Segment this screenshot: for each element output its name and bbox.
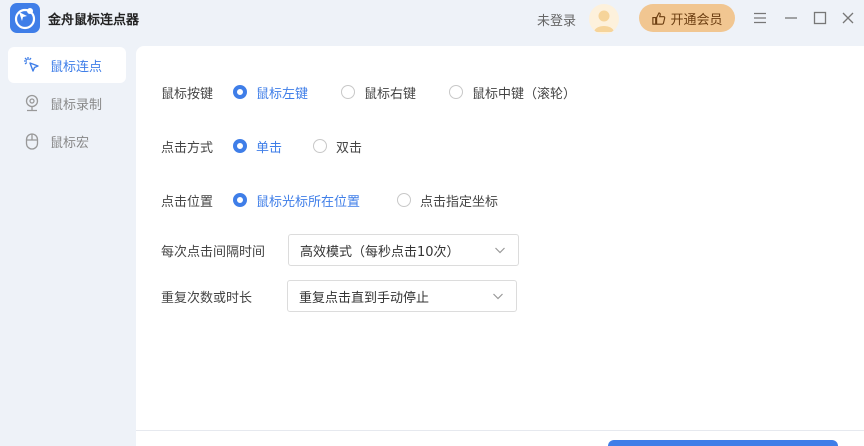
interval-value: 高效模式（每秒点击10次） <box>300 244 460 260</box>
radio-cursor-position[interactable]: 鼠标光标所在位置 <box>233 190 360 210</box>
radio-dot <box>233 193 247 207</box>
minimize-icon <box>785 17 797 19</box>
sidebar: 鼠标连点 鼠标录制 鼠标宏 <box>0 38 136 446</box>
radio-left-button[interactable]: 鼠标左键 <box>233 82 308 102</box>
radio-dot <box>313 139 327 153</box>
sidebar-item-label: 鼠标宏 <box>50 135 90 151</box>
radio-middle-button[interactable]: 鼠标中键（滚轮） <box>449 82 576 102</box>
sidebar-item-record[interactable]: 鼠标录制 <box>8 85 126 121</box>
radio-single-click[interactable]: 单击 <box>233 136 282 156</box>
open-vip-button[interactable]: 开通会员 <box>639 4 735 32</box>
interval-select[interactable]: 高效模式（每秒点击10次） <box>288 234 519 266</box>
maximize-icon <box>813 11 827 25</box>
repeat-row: 重复次数或时长 <box>161 286 252 306</box>
divider <box>136 430 864 431</box>
chevron-down-icon <box>492 291 504 301</box>
radio-dot <box>341 85 355 99</box>
webcam-record-icon <box>22 93 42 113</box>
chevron-down-icon <box>494 245 506 255</box>
radio-label: 鼠标左键 <box>256 86 309 102</box>
radio-dot <box>449 85 463 99</box>
vip-label: 开通会员 <box>670 12 723 28</box>
radio-label: 单击 <box>256 140 283 156</box>
sidebar-item-click[interactable]: 鼠标连点 <box>8 47 126 83</box>
sidebar-item-label: 鼠标录制 <box>50 97 103 113</box>
radio-label: 鼠标右键 <box>364 86 417 102</box>
close-icon <box>842 12 854 24</box>
user-avatar-icon <box>594 10 614 32</box>
minimize-button[interactable] <box>779 6 803 30</box>
sidebar-item-macro[interactable]: 鼠标宏 <box>8 123 126 159</box>
sidebar-item-label: 鼠标连点 <box>50 59 103 75</box>
maximize-button[interactable] <box>808 6 832 30</box>
app-title: 金舟鼠标连点器 <box>48 13 140 28</box>
radio-label: 点击指定坐标 <box>420 194 499 210</box>
repeat-label: 重复次数或时长 <box>161 290 253 306</box>
radio-dot <box>397 193 411 207</box>
radio-dot <box>233 85 247 99</box>
repeat-select[interactable]: 重复点击直到手动停止 <box>287 280 517 312</box>
click-mode-label: 点击方式 <box>161 140 214 156</box>
menu-button[interactable] <box>748 6 772 30</box>
close-button[interactable] <box>836 6 860 30</box>
login-status[interactable]: 未登录 <box>537 10 576 29</box>
radio-label: 鼠标中键（滚轮） <box>472 86 577 102</box>
title-bar: 金舟鼠标连点器 未登录 开通会员 <box>0 0 864 38</box>
click-position-row: 点击位置 <box>161 190 213 210</box>
app-logo-icon <box>10 3 40 33</box>
radio-label: 鼠标光标所在位置 <box>256 194 361 210</box>
click-mode-row: 点击方式 <box>161 136 213 156</box>
mouse-button-label: 鼠标按键 <box>161 86 214 102</box>
radio-label: 双击 <box>336 140 363 156</box>
interval-row: 每次点击间隔时间 <box>161 240 265 260</box>
mouse-icon <box>22 131 42 151</box>
radio-dot <box>233 139 247 153</box>
radio-fixed-coordinate[interactable]: 点击指定坐标 <box>397 190 498 210</box>
settings-panel: 鼠标按键 鼠标左键 鼠标右键 鼠标中键（滚轮） 点击方式 单击 双击 点击位置 … <box>136 46 864 446</box>
radio-right-button[interactable]: 鼠标右键 <box>341 82 416 102</box>
interval-label: 每次点击间隔时间 <box>161 244 266 260</box>
cursor-click-icon <box>22 55 42 75</box>
thumbs-up-icon <box>651 11 666 26</box>
click-position-label: 点击位置 <box>161 194 214 210</box>
radio-double-click[interactable]: 双击 <box>313 136 362 156</box>
repeat-value: 重复点击直到手动停止 <box>299 290 430 306</box>
avatar[interactable] <box>589 4 619 34</box>
mouse-button-row: 鼠标按键 <box>161 82 213 102</box>
hamburger-icon <box>754 12 766 24</box>
start-button[interactable] <box>608 440 838 446</box>
